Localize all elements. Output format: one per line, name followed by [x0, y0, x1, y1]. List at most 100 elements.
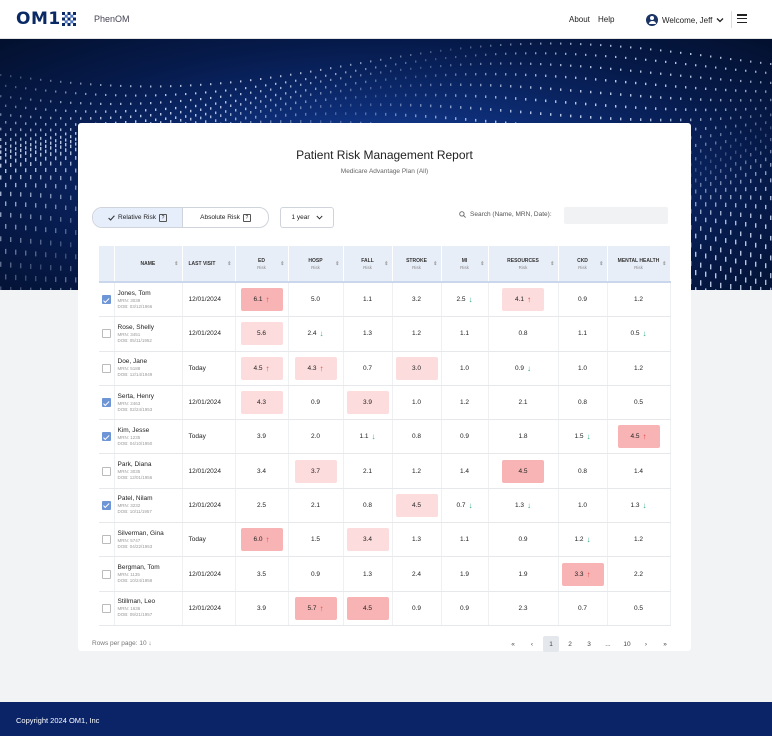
column-header[interactable]: MENTAL HEALTH Risk ⇕: [607, 246, 671, 283]
relative-risk-button[interactable]: Relative Risk ?: [93, 208, 183, 227]
risk-value: 3.3: [574, 570, 584, 578]
page-button[interactable]: 3: [581, 636, 597, 652]
row-checkbox[interactable]: [101, 398, 111, 408]
risk-value-box: 1.1: [363, 296, 372, 303]
column-header[interactable]: STROKE Risk ⇕: [392, 246, 442, 283]
help-question-icon[interactable]: ?: [158, 213, 167, 222]
sort-icon[interactable]: ⇕: [433, 261, 437, 267]
sort-icon[interactable]: ⇕: [384, 261, 388, 267]
about-link[interactable]: About: [569, 15, 590, 24]
risk-value-box: 1.2: [634, 536, 643, 543]
table-row[interactable]: Doe, Jane MRN: 5188 DOB: 12/14/1949 Today 4.…: [99, 351, 671, 386]
sort-icon[interactable]: ⇕: [662, 261, 666, 267]
help-link[interactable]: Help: [598, 15, 614, 24]
user-menu[interactable]: Welcome, Jeff: [646, 13, 724, 27]
patient-name[interactable]: Patel, Nilam: [118, 495, 182, 502]
table-row[interactable]: Jones, Tom MRN: 3039 DOB: 03/12/1966 12/01/…: [99, 282, 671, 318]
sort-icon[interactable]: ⇕: [480, 261, 484, 267]
column-header[interactable]: RESOURCES Risk ⇕: [488, 246, 559, 283]
row-checkbox[interactable]: [101, 500, 111, 510]
page-button[interactable]: «: [505, 636, 521, 652]
table-row[interactable]: Rose, Shelly MRN: 3451 DOB: 05/11/1952 12/0…: [99, 316, 671, 352]
table-header-row: NAME ⇕ LAST VISIT ⇕ ED Risk ⇕ HOSP Risk ⇕ FALL Risk…: [99, 246, 671, 283]
page-button[interactable]: 10: [619, 636, 635, 652]
page-button[interactable]: »: [657, 636, 673, 652]
patient-name[interactable]: Rose, Shelly: [118, 324, 182, 331]
sort-icon[interactable]: ⇕: [599, 261, 603, 267]
row-checkbox[interactable]: [101, 466, 111, 476]
rows-per-page-dropdown[interactable]: Rows per page: 10 ↓: [92, 640, 152, 647]
table-row[interactable]: Park, Diana MRN: 3035 DOB: 12/01/1956 12/01…: [99, 453, 671, 489]
rows-per-page-label: Rows per page: 10: [92, 640, 147, 647]
table-row[interactable]: Bergman, Tom MRN: 1135 DOB: 10/24/1958 12/0…: [99, 556, 671, 592]
table-row[interactable]: Stillman, Leo MRN: 1636 DOB: 09/21/1957 12/…: [99, 591, 671, 626]
risk-value-box: 2.4: [412, 571, 421, 578]
row-checkbox[interactable]: [101, 569, 111, 579]
column-header[interactable]: FALL Risk ⇕: [343, 246, 393, 283]
search-input[interactable]: [564, 207, 668, 224]
product-name: PhenOM: [94, 14, 130, 24]
sort-icon[interactable]: ⇕: [550, 261, 554, 267]
absolute-risk-button[interactable]: Absolute Risk ?: [183, 208, 268, 227]
row-checkbox[interactable]: [101, 603, 111, 613]
patient-name[interactable]: Silverman, Gina: [118, 530, 182, 537]
risk-cell: 1.2: [392, 316, 442, 352]
table-row[interactable]: Kim, Jesse MRN: 1235 DOB: 04/10/1950 Today 3…: [99, 419, 671, 455]
sort-icon[interactable]: ⇕: [227, 261, 231, 267]
risk-value-box: 3.9: [257, 605, 266, 612]
risk-value: 4.5: [518, 467, 528, 475]
risk-value: 3.5: [256, 570, 267, 578]
table-row[interactable]: Silverman, Gina MRN: 5747 DOB: 04/22/1953 T…: [99, 522, 671, 558]
om1-logo[interactable]: OM1: [16, 9, 76, 29]
risk-value-box: 1.1 ↓: [359, 432, 375, 441]
trend-down-arrow-icon: ↓: [527, 363, 532, 373]
risk-value-box: 2.5: [257, 502, 266, 509]
risk-cell: 2.4 ↓: [288, 316, 344, 352]
risk-value-box: 1.8: [518, 433, 527, 440]
user-avatar-icon: [646, 14, 658, 26]
hamburger-menu-icon[interactable]: [737, 14, 747, 24]
risk-value: 6.0: [253, 536, 263, 544]
risk-value-box: 1.1: [460, 536, 469, 543]
row-checkbox[interactable]: [101, 432, 111, 442]
risk-value: 2.3: [518, 604, 528, 612]
page-button[interactable]: ‹: [524, 636, 540, 652]
risk-cell: 2.1: [343, 453, 393, 489]
column-header[interactable]: MI Risk ⇕: [441, 246, 489, 283]
risk-value: 2.1: [362, 467, 373, 475]
patient-name[interactable]: Serta, Henry: [118, 393, 182, 400]
patient-name[interactable]: Jones, Tom: [118, 290, 182, 297]
risk-cell: 0.8: [488, 316, 559, 352]
row-checkbox[interactable]: [101, 295, 111, 305]
column-header[interactable]: CKD Risk ⇕: [558, 246, 608, 283]
patient-name[interactable]: Doe, Jane: [118, 358, 182, 365]
page-button[interactable]: ›: [638, 636, 654, 652]
patient-name-cell: Serta, Henry MRN: 2463 DOB: 02/24/1953: [114, 385, 183, 421]
patient-name[interactable]: Stillman, Leo: [118, 598, 182, 605]
row-checkbox[interactable]: [101, 363, 111, 373]
column-header[interactable]: HOSP Risk ⇕: [288, 246, 344, 283]
risk-value: 0.8: [362, 501, 373, 509]
page-button[interactable]: 1: [543, 636, 559, 652]
table-row[interactable]: Patel, Nilam MRN: 3232 DOB: 10/11/1957 12/0…: [99, 488, 671, 524]
patient-name[interactable]: Bergman, Tom: [118, 564, 182, 571]
patient-name[interactable]: Kim, Jesse: [118, 427, 182, 434]
table-row[interactable]: Serta, Henry MRN: 2463 DOB: 02/24/1953 12/0…: [99, 385, 671, 421]
row-checkbox[interactable]: [101, 329, 111, 339]
column-header[interactable]: NAME ⇕: [114, 246, 183, 283]
column-header[interactable]: ED Risk ⇕: [235, 246, 289, 283]
risk-value: 0.9: [577, 296, 588, 304]
row-checkbox[interactable]: [101, 535, 111, 545]
risk-value: 1.1: [577, 330, 588, 338]
sort-icon[interactable]: ⇕: [280, 261, 284, 267]
patient-name[interactable]: Park, Diana: [118, 461, 182, 468]
period-dropdown[interactable]: 1 year: [280, 207, 334, 228]
last-visit-cell: 12/01/2024: [182, 316, 236, 352]
sort-icon[interactable]: ⇕: [335, 261, 339, 267]
column-header[interactable]: LAST VISIT ⇕: [182, 246, 236, 283]
help-question-icon[interactable]: ?: [242, 213, 251, 222]
page-button[interactable]: 2: [562, 636, 578, 652]
sort-icon[interactable]: ⇕: [174, 261, 178, 267]
trend-up-arrow-icon: ↑: [586, 569, 591, 579]
column-header-label: MI: [461, 257, 468, 264]
